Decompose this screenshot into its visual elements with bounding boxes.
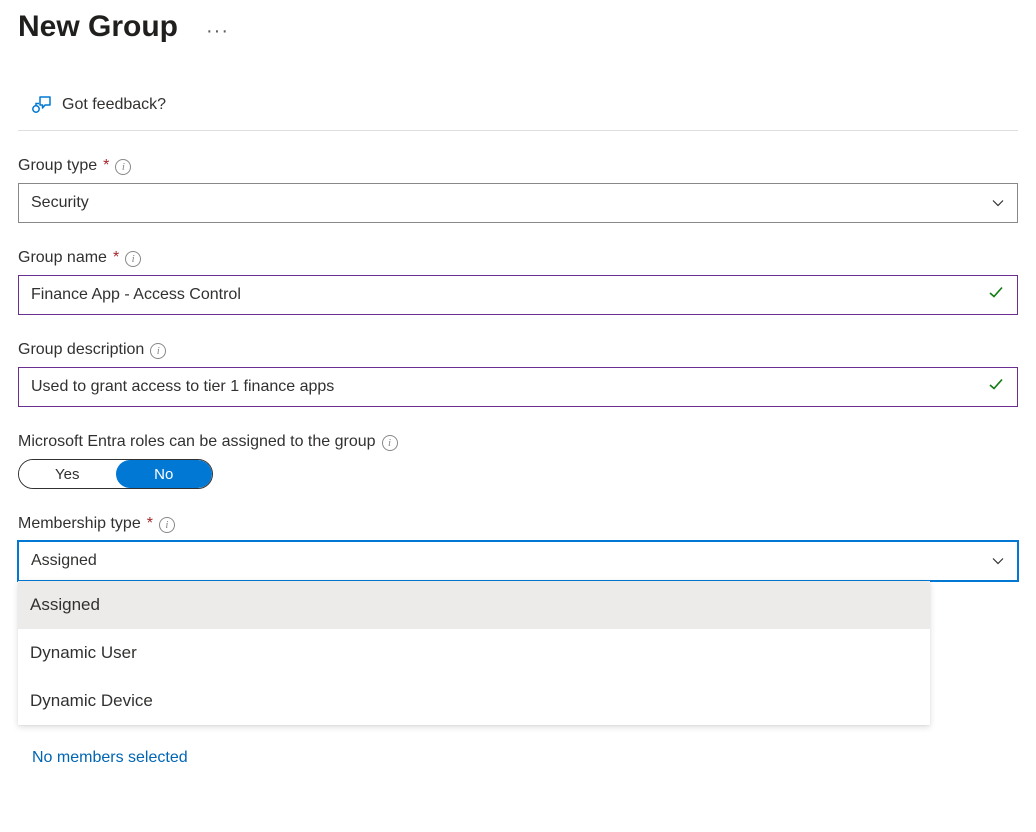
group-type-value: Security xyxy=(31,194,89,212)
group-name-field: Group name * i Finance App - Access Cont… xyxy=(18,249,1018,315)
group-type-field: Group type * i Security xyxy=(18,157,1018,223)
toggle-option-no[interactable]: No xyxy=(116,460,213,488)
membership-option-dynamic-user[interactable]: Dynamic User xyxy=(18,629,930,677)
info-icon[interactable]: i xyxy=(382,435,398,451)
more-actions-icon[interactable]: ··· xyxy=(206,21,229,41)
feedback-label: Got feedback? xyxy=(62,96,166,114)
group-description-label: Group description xyxy=(18,341,144,359)
feedback-icon xyxy=(30,94,52,116)
group-description-value: Used to grant access to tier 1 finance a… xyxy=(31,378,334,396)
info-icon[interactable]: i xyxy=(150,343,166,359)
membership-type-field: Membership type * i Assigned Assigned Dy… xyxy=(18,515,1018,725)
check-icon xyxy=(987,376,1005,399)
required-indicator: * xyxy=(147,515,153,533)
info-icon[interactable]: i xyxy=(159,517,175,533)
no-members-selected-link[interactable]: No members selected xyxy=(32,749,1018,767)
chevron-down-icon xyxy=(991,196,1005,210)
entra-roles-label: Microsoft Entra roles can be assigned to… xyxy=(18,433,376,451)
check-icon xyxy=(987,284,1005,307)
membership-option-dynamic-device[interactable]: Dynamic Device xyxy=(18,677,930,725)
entra-roles-toggle[interactable]: Yes No xyxy=(18,459,213,489)
info-icon[interactable]: i xyxy=(115,159,131,175)
membership-option-assigned[interactable]: Assigned xyxy=(18,581,930,629)
membership-type-dropdown: Assigned Dynamic User Dynamic Device xyxy=(18,581,930,725)
group-type-select[interactable]: Security xyxy=(18,183,1018,223)
group-description-input[interactable]: Used to grant access to tier 1 finance a… xyxy=(18,367,1018,407)
group-name-input[interactable]: Finance App - Access Control xyxy=(18,275,1018,315)
group-description-field: Group description i Used to grant access… xyxy=(18,341,1018,407)
entra-roles-field: Microsoft Entra roles can be assigned to… xyxy=(18,433,1018,489)
info-icon[interactable]: i xyxy=(125,251,141,267)
group-type-label: Group type xyxy=(18,157,97,175)
toggle-option-yes[interactable]: Yes xyxy=(19,460,116,488)
membership-type-label: Membership type xyxy=(18,515,141,533)
required-indicator: * xyxy=(113,249,119,267)
required-indicator: * xyxy=(103,157,109,175)
chevron-down-icon xyxy=(991,554,1005,568)
membership-type-select[interactable]: Assigned xyxy=(18,541,1018,581)
group-name-label: Group name xyxy=(18,249,107,267)
page-title: New Group xyxy=(18,10,178,44)
membership-type-value: Assigned xyxy=(31,552,97,570)
group-name-value: Finance App - Access Control xyxy=(31,286,241,304)
feedback-link[interactable]: Got feedback? xyxy=(18,84,1018,131)
